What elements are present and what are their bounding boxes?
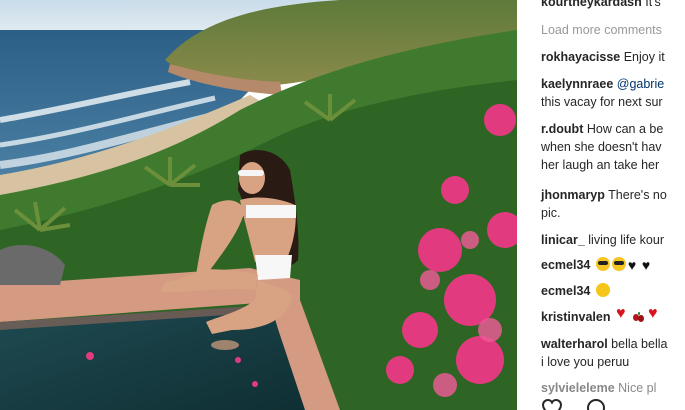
- comment-text: bella bella: [611, 337, 668, 351]
- comment-text: living life kour: [588, 233, 664, 247]
- comments-panel: kourtneykardash It's Load more comments …: [517, 0, 685, 410]
- heart-icon[interactable]: [541, 398, 563, 410]
- red-heart-emoji: [648, 305, 662, 323]
- comment-username[interactable]: r.doubt: [541, 122, 583, 136]
- comment-row: jhonmaryp There's no: [541, 186, 685, 204]
- comment-text: Nice pl: [618, 381, 657, 395]
- comment-text-continuation: i love you peruu: [541, 355, 630, 369]
- comment-username[interactable]: kaelynnraee: [541, 77, 613, 91]
- comment-row: kristinvalen: [541, 305, 685, 326]
- red-heart-emoji: [616, 305, 630, 323]
- comment-username[interactable]: jhonmaryp: [541, 188, 605, 202]
- comment-text: How can a be: [586, 122, 664, 136]
- comment-text-continuation: her laugh an take her: [541, 158, 660, 172]
- cherries-emoji: [632, 309, 646, 323]
- comment-text-continuation: pic.: [541, 206, 561, 220]
- comment-row: linicar_ living life kour: [541, 231, 685, 249]
- comment-text-continuation: when she doesn't hav: [541, 140, 662, 154]
- comment-mention-link[interactable]: @gabrie: [617, 77, 664, 91]
- sunglasses-face-emoji: [611, 257, 626, 271]
- comment-username[interactable]: sylvieleleme: [541, 381, 615, 395]
- comment-username[interactable]: kristinvalen: [541, 310, 610, 324]
- load-more-comments-link[interactable]: Load more comments: [541, 21, 685, 39]
- comment-row: walterharol bella bella: [541, 335, 685, 353]
- sunglasses-face-emoji: [595, 257, 610, 271]
- black-heart-emoji: [642, 256, 654, 274]
- thinking-face-emoji: [595, 283, 610, 297]
- comment-text: Enjoy it: [623, 50, 665, 64]
- comment-row: ecmel34: [541, 256, 685, 274]
- comment-username[interactable]: kourtneykardash: [541, 0, 642, 9]
- comment-username[interactable]: ecmel34: [541, 284, 590, 298]
- comment-text-continuation: this vacay for next sur: [541, 95, 663, 109]
- comment-row: ecmel34: [541, 282, 685, 300]
- comment-row: sylvieleleme Nice pl: [541, 379, 685, 397]
- post-photo: [0, 0, 517, 410]
- comment-text: It's: [645, 0, 661, 9]
- comment-row: rokhayacisse Enjoy it: [541, 48, 685, 66]
- comment-text: There's no: [608, 188, 667, 202]
- black-heart-emoji: [628, 256, 640, 274]
- comment-row: r.doubt How can a be: [541, 120, 685, 138]
- comment-icon[interactable]: [585, 398, 607, 410]
- comment-username[interactable]: linicar_: [541, 233, 585, 247]
- beach-villa-photo: [0, 0, 517, 410]
- comment-row: kaelynnraee @gabrie: [541, 75, 685, 93]
- comment-username[interactable]: rokhayacisse: [541, 50, 620, 64]
- comment-row: kourtneykardash It's: [541, 0, 685, 11]
- comment-username[interactable]: walterharol: [541, 337, 608, 351]
- comment-username[interactable]: ecmel34: [541, 258, 590, 272]
